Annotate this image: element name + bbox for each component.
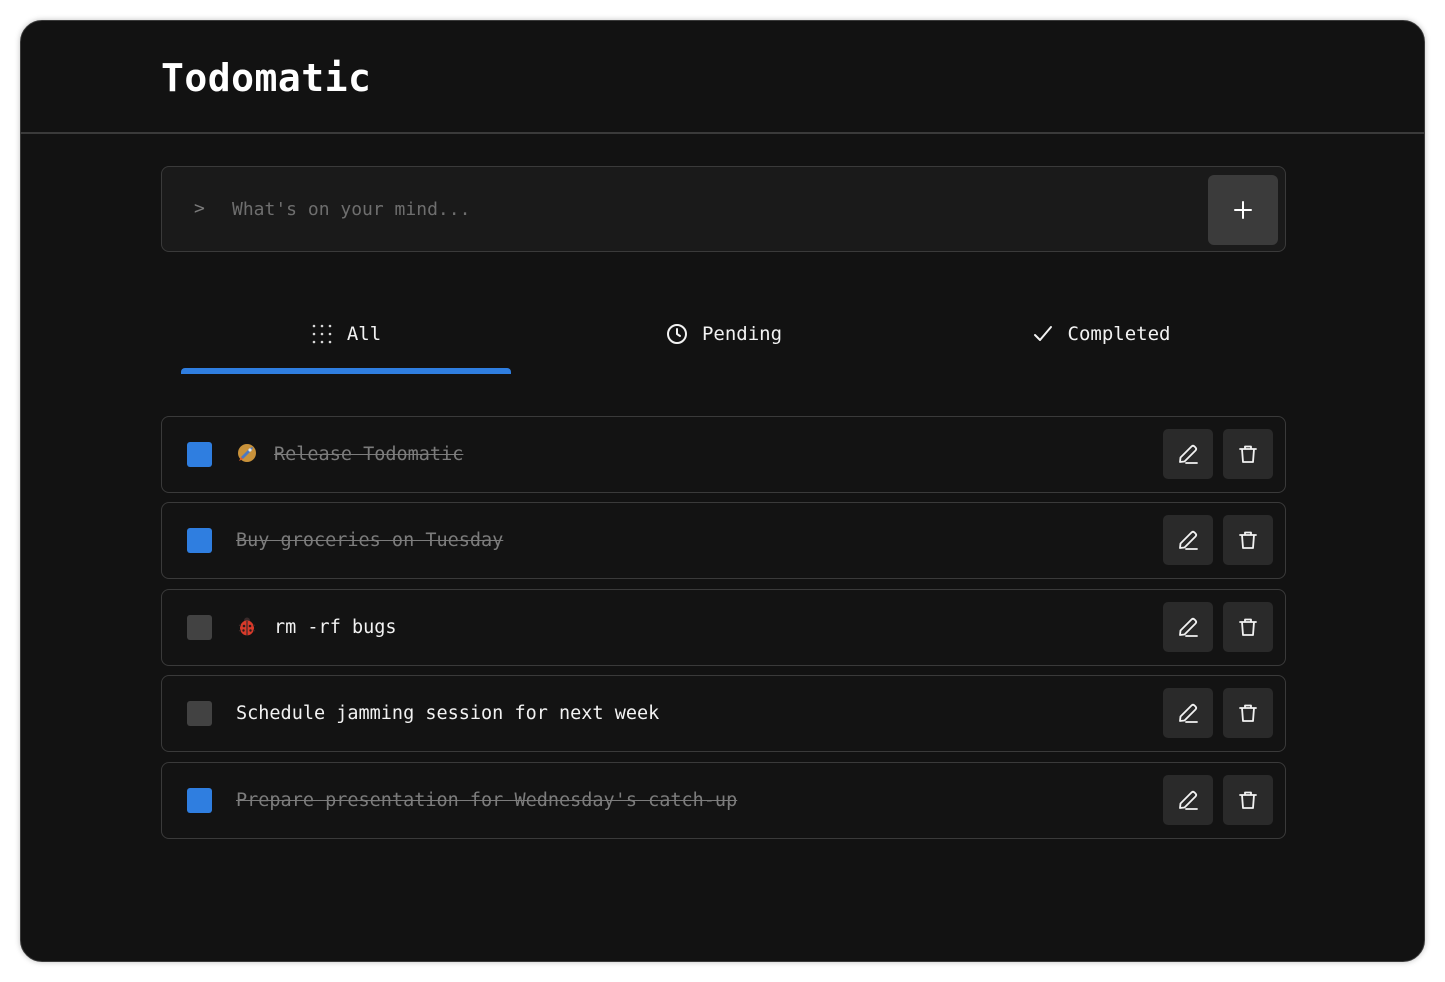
grid-dots-icon [311,323,333,363]
checkmark-icon [1032,323,1054,363]
delete-task-button[interactable] [1223,429,1273,479]
tab-completed-label: Completed [1067,323,1171,345]
add-task-button[interactable] [1208,175,1278,245]
clock-icon [666,323,688,363]
task-text: Release Todomatic [274,444,464,465]
plus-icon [1234,201,1252,219]
task-text: Schedule jamming session for next week [236,703,660,724]
task-item: Buy groceries on Tuesday [161,502,1286,579]
app-title: Todomatic [161,56,372,100]
task-item: Schedule jamming session for next week [161,675,1286,752]
trash-icon [1239,618,1257,636]
new-task-input[interactable] [230,189,1190,229]
delete-task-button[interactable] [1223,515,1273,565]
prompt-chevron-icon: > [194,198,205,219]
edit-task-button[interactable] [1163,602,1213,652]
rocket-icon [238,444,256,462]
active-tab-indicator [181,368,511,374]
pencil-icon [1179,790,1198,810]
edit-task-button[interactable] [1163,515,1213,565]
task-text: Buy groceries on Tuesday [236,530,504,551]
delete-task-button[interactable] [1223,775,1273,825]
tab-pending-label: Pending [701,323,783,345]
app-window: Todomatic > All [20,20,1425,962]
pencil-icon [1179,444,1198,464]
trash-icon [1239,704,1257,722]
edit-task-button[interactable] [1163,429,1213,479]
pencil-icon [1179,530,1198,550]
tab-all[interactable]: All [181,311,511,375]
delete-task-button[interactable] [1223,688,1273,738]
pencil-icon [1179,703,1198,723]
edit-task-button[interactable] [1163,688,1213,738]
trash-icon [1239,791,1257,809]
trash-icon [1239,445,1257,463]
task-item: Release Todomatic [161,416,1286,493]
new-task-form: > [161,166,1286,252]
filter-tabs: All Pending Completed [181,311,1266,375]
edit-task-button[interactable] [1163,775,1213,825]
task-checkbox[interactable] [187,442,212,467]
task-checkbox[interactable] [187,528,212,553]
tab-pending[interactable]: Pending [559,311,889,375]
task-checkbox[interactable] [187,615,212,640]
task-item: Prepare presentation for Wednesday's cat… [161,762,1286,839]
task-checkbox[interactable] [187,701,212,726]
tab-completed[interactable]: Completed [936,311,1266,375]
task-item: rm -rf bugs [161,589,1286,666]
app-header: Todomatic [21,21,1424,134]
ladybug-icon [238,617,256,636]
trash-icon [1239,531,1257,549]
task-checkbox[interactable] [187,788,212,813]
tab-all-label: All [346,323,382,345]
task-text: Prepare presentation for Wednesday's cat… [236,790,738,811]
pencil-icon [1179,617,1198,637]
delete-task-button[interactable] [1223,602,1273,652]
task-text: rm -rf bugs [274,617,397,638]
